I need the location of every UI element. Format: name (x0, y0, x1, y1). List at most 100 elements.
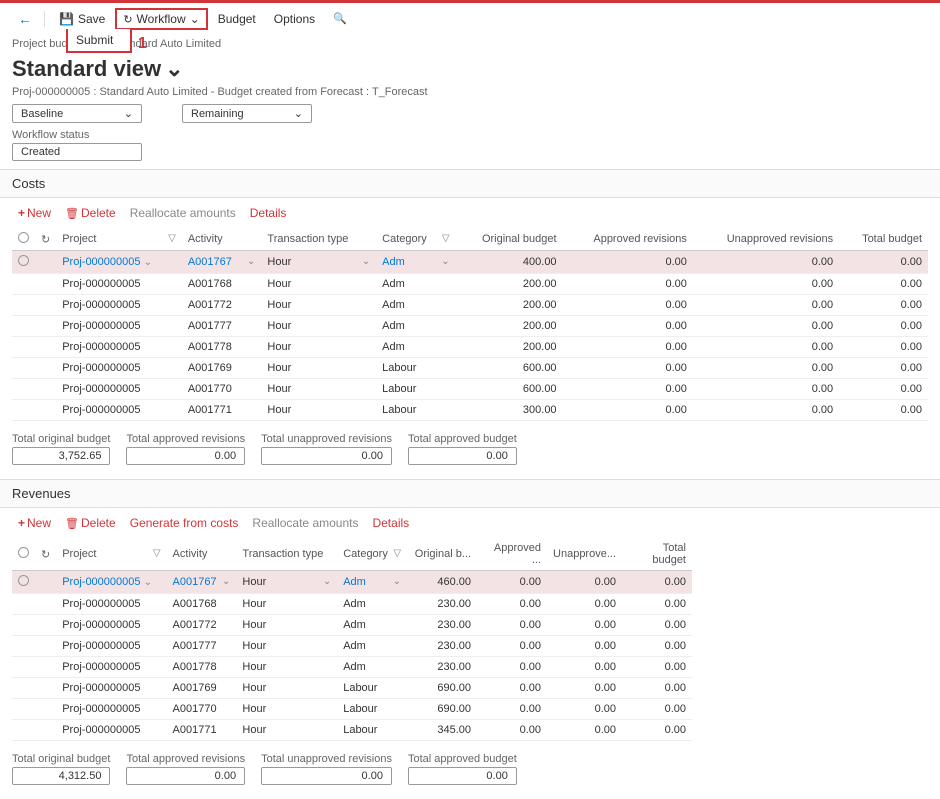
activity-cell[interactable]: A001767 ⌄ (182, 251, 262, 274)
revenues-reallocate-button[interactable]: Reallocate amounts (252, 516, 358, 530)
refresh-icon[interactable] (41, 549, 50, 561)
category-cell[interactable]: Adm ⌄ (337, 571, 407, 594)
total-cell[interactable]: 0.00 (622, 678, 692, 699)
unappr-cell[interactable]: 0.00 (693, 337, 839, 358)
costs-details-button[interactable]: Details (250, 206, 287, 220)
table-row[interactable]: Proj-000000005A001778HourAdm200.000.000.… (12, 337, 928, 358)
activity-cell[interactable]: A001768 (182, 274, 262, 295)
row-radio[interactable] (18, 575, 29, 586)
workflow-submit-item[interactable]: Submit (76, 33, 122, 47)
table-row[interactable]: Proj-000000005 ⌄A001767 ⌄Hour ⌄Adm ⌄460.… (12, 571, 692, 594)
revenues-details-button[interactable]: Details (372, 516, 409, 530)
total-cell[interactable]: 0.00 (839, 295, 928, 316)
activity-cell[interactable]: A001771 (182, 400, 262, 421)
total-cell[interactable]: 0.00 (622, 720, 692, 741)
appr-cell[interactable]: 0.00 (563, 358, 693, 379)
txn-cell[interactable]: Hour (261, 337, 376, 358)
table-row[interactable]: Proj-000000005A001772HourAdm230.000.000.… (12, 615, 692, 636)
category-cell[interactable]: Labour (337, 699, 407, 720)
category-cell[interactable]: Adm (376, 337, 455, 358)
project-cell[interactable]: Proj-000000005 (56, 400, 182, 421)
revenues-new-button[interactable]: New (18, 516, 51, 530)
txn-cell[interactable]: Hour (236, 699, 337, 720)
page-title[interactable]: Standard view (0, 54, 940, 86)
appr-cell[interactable]: 0.00 (563, 379, 693, 400)
activity-cell[interactable]: A001772 (167, 615, 237, 636)
project-cell[interactable]: Proj-000000005 ⌄ (56, 571, 166, 594)
costs-delete-button[interactable]: Delete (65, 206, 116, 220)
project-cell[interactable]: Proj-000000005 (56, 699, 166, 720)
appr-cell[interactable]: 0.00 (477, 720, 547, 741)
unappr-cell[interactable]: 0.00 (547, 720, 622, 741)
unappr-cell[interactable]: 0.00 (547, 657, 622, 678)
table-row[interactable]: Proj-000000005A001777HourAdm200.000.000.… (12, 316, 928, 337)
total-cell[interactable]: 0.00 (622, 636, 692, 657)
total-cell[interactable]: 0.00 (622, 615, 692, 636)
table-row[interactable]: Proj-000000005A001769HourLabour600.000.0… (12, 358, 928, 379)
unappr-cell[interactable]: 0.00 (693, 274, 839, 295)
project-cell[interactable]: Proj-000000005 (56, 615, 166, 636)
activity-cell[interactable]: A001777 (182, 316, 262, 337)
filter-icon[interactable]: ▽ (168, 233, 176, 244)
category-cell[interactable]: Adm (376, 274, 455, 295)
orig-cell[interactable]: 690.00 (407, 699, 477, 720)
costs-header[interactable]: Costs (0, 169, 940, 198)
txn-cell[interactable]: Hour (261, 379, 376, 400)
txn-cell[interactable]: Hour (236, 720, 337, 741)
col-appr[interactable]: Approved ... (477, 538, 547, 571)
unappr-cell[interactable]: 0.00 (547, 636, 622, 657)
appr-cell[interactable]: 0.00 (563, 337, 693, 358)
table-row[interactable]: Proj-000000005A001769HourLabour690.000.0… (12, 678, 692, 699)
orig-cell[interactable]: 200.00 (456, 337, 563, 358)
total-cell[interactable]: 0.00 (839, 337, 928, 358)
unappr-cell[interactable]: 0.00 (693, 316, 839, 337)
unappr-cell[interactable]: 0.00 (547, 571, 622, 594)
txn-cell[interactable]: Hour (236, 657, 337, 678)
txn-cell[interactable]: Hour ⌄ (261, 251, 376, 274)
select-all-radio[interactable] (18, 232, 29, 243)
project-cell[interactable]: Proj-000000005 (56, 657, 166, 678)
project-cell[interactable]: Proj-000000005 (56, 358, 182, 379)
unappr-cell[interactable]: 0.00 (693, 358, 839, 379)
category-cell[interactable]: Labour (376, 358, 455, 379)
project-cell[interactable]: Proj-000000005 (56, 295, 182, 316)
table-row[interactable]: Proj-000000005A001771HourLabour300.000.0… (12, 400, 928, 421)
activity-cell[interactable]: A001778 (182, 337, 262, 358)
activity-cell[interactable]: A001778 (167, 657, 237, 678)
category-cell[interactable]: Adm (337, 594, 407, 615)
unappr-cell[interactable]: 0.00 (693, 379, 839, 400)
table-row[interactable]: Proj-000000005 ⌄A001767 ⌄Hour ⌄Adm ⌄400.… (12, 251, 928, 274)
txn-cell[interactable]: Hour ⌄ (236, 571, 337, 594)
txn-cell[interactable]: Hour (261, 316, 376, 337)
total-cell[interactable]: 0.00 (622, 594, 692, 615)
activity-cell[interactable]: A001767 ⌄ (167, 571, 237, 594)
category-cell[interactable]: Adm (337, 615, 407, 636)
table-row[interactable]: Proj-000000005A001770HourLabour690.000.0… (12, 699, 692, 720)
category-cell[interactable]: Adm (376, 316, 455, 337)
txn-cell[interactable]: Hour (236, 678, 337, 699)
project-cell[interactable]: Proj-000000005 (56, 316, 182, 337)
costs-new-button[interactable]: New (18, 206, 51, 220)
unappr-cell[interactable]: 0.00 (547, 594, 622, 615)
col-project[interactable]: Project▽ (56, 228, 182, 251)
unappr-cell[interactable]: 0.00 (693, 400, 839, 421)
total-cell[interactable]: 0.00 (622, 699, 692, 720)
orig-cell[interactable]: 230.00 (407, 657, 477, 678)
total-cell[interactable]: 0.00 (839, 400, 928, 421)
table-row[interactable]: Proj-000000005A001777HourAdm230.000.000.… (12, 636, 692, 657)
category-cell[interactable]: Labour (376, 379, 455, 400)
orig-cell[interactable]: 600.00 (456, 358, 563, 379)
appr-cell[interactable]: 0.00 (563, 251, 693, 274)
total-cell[interactable]: 0.00 (622, 657, 692, 678)
col-activity[interactable]: Activity (182, 228, 262, 251)
orig-cell[interactable]: 460.00 (407, 571, 477, 594)
total-cell[interactable]: 0.00 (839, 251, 928, 274)
appr-cell[interactable]: 0.00 (477, 699, 547, 720)
unappr-cell[interactable]: 0.00 (547, 699, 622, 720)
orig-cell[interactable]: 345.00 (407, 720, 477, 741)
appr-cell[interactable]: 0.00 (563, 295, 693, 316)
col-unappr[interactable]: Unapprove... (547, 538, 622, 571)
unappr-cell[interactable]: 0.00 (547, 615, 622, 636)
col-category[interactable]: Category▽ (376, 228, 455, 251)
appr-cell[interactable]: 0.00 (477, 678, 547, 699)
